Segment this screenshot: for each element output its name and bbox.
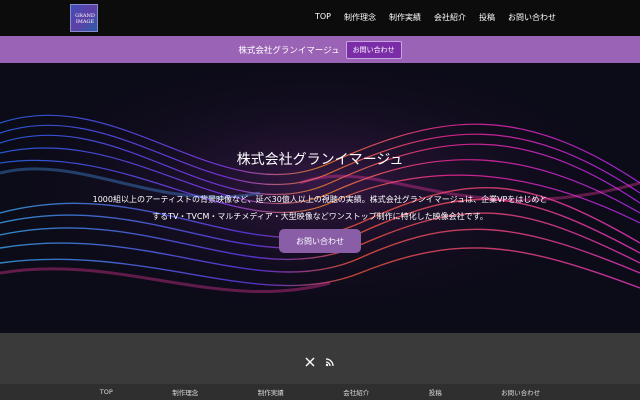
site-header: GRAND IMAGE TOP 制作理念 制作実績 会社紹介 投稿 お問い合わせ [0,0,640,36]
site-footer [0,333,640,384]
footer-nav-works[interactable]: 制作実績 [258,387,284,397]
announcement-contact-button[interactable]: お問い合わせ [345,40,402,59]
nav-item-philosophy[interactable]: 制作理念 [344,12,376,23]
footer-nav-top[interactable]: TOP [100,388,113,396]
nav-item-company[interactable]: 会社紹介 [434,12,466,23]
nav-item-posts[interactable]: 投稿 [479,12,495,23]
social-links [0,357,640,367]
nav-item-top[interactable]: TOP [315,12,331,23]
announcement-text: 株式会社グランイマージュ [238,45,340,56]
rss-icon[interactable] [325,357,335,367]
announcement-bar: 株式会社グランイマージュ お問い合わせ [0,36,640,63]
hero-description-line-1: 1000組以上のアーティストの背景映像など、延べ30億人以上の視聴の実績。株式会… [92,195,548,204]
footer-nav-philosophy[interactable]: 制作理念 [172,387,198,397]
site-logo[interactable]: GRAND IMAGE [70,4,98,32]
main-nav: TOP 制作理念 制作実績 会社紹介 投稿 お問い合わせ [315,12,556,23]
footer-nav: TOP 制作理念 制作実績 会社紹介 投稿 お問い合わせ [0,384,640,400]
hero-contact-button[interactable]: お問い合わせ [279,229,361,253]
nav-item-works[interactable]: 制作実績 [389,12,421,23]
logo-line-2: IMAGE [75,19,95,25]
x-icon[interactable] [305,357,315,367]
footer-nav-contact[interactable]: お問い合わせ [501,387,540,397]
hero-description: 1000組以上のアーティストの背景映像など、延べ30億人以上の視聴の実績。株式会… [70,191,570,225]
hero-section: 株式会社グランイマージュ 1000組以上のアーティストの背景映像など、延べ30億… [0,63,640,333]
footer-nav-posts[interactable]: 投稿 [429,387,442,397]
footer-nav-company[interactable]: 会社紹介 [343,387,369,397]
hero-description-line-2: するTV・TVCM・マルチメディア・大型映像などワンストップ制作に特化した映像会… [152,212,488,221]
hero-title: 株式会社グランイマージュ [236,152,404,168]
nav-item-contact[interactable]: お問い合わせ [508,12,556,23]
